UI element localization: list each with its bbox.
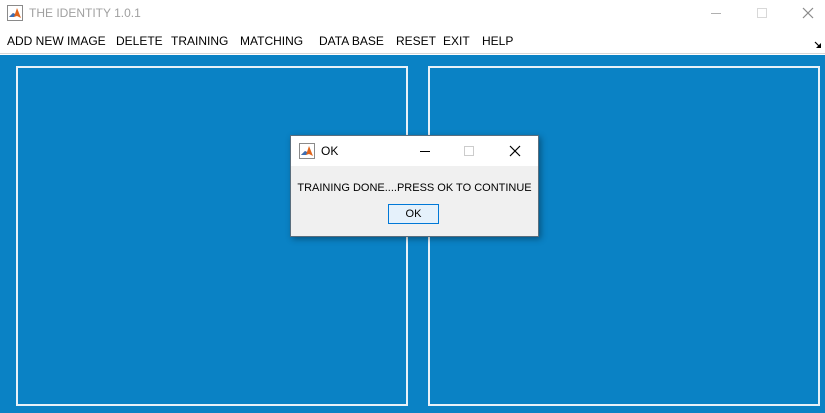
minimize-icon bbox=[711, 13, 721, 14]
dialog-title: OK bbox=[321, 144, 339, 158]
dialog-titlebar[interactable]: OK bbox=[291, 136, 538, 166]
close-icon bbox=[802, 7, 814, 19]
dialog-message: TRAINING DONE....PRESS OK TO CONTINUE bbox=[297, 182, 532, 194]
close-button[interactable] bbox=[785, 0, 825, 27]
menu-item-matching[interactable]: MATCHING bbox=[240, 34, 303, 48]
minimize-button[interactable] bbox=[693, 0, 739, 27]
menu-item-reset[interactable]: RESET bbox=[396, 34, 436, 48]
menu-item-add-new-image[interactable]: ADD NEW IMAGE bbox=[7, 34, 106, 48]
dialog-minimize-button[interactable] bbox=[405, 136, 445, 166]
matlab-icon bbox=[7, 5, 23, 21]
ok-button[interactable]: OK bbox=[388, 204, 439, 224]
menu-item-exit[interactable]: EXIT bbox=[443, 34, 470, 48]
close-icon bbox=[509, 145, 521, 157]
window-title: THE IDENTITY 1.0.1 bbox=[29, 6, 141, 20]
dialog-maximize-button[interactable] bbox=[449, 136, 489, 166]
maximize-button[interactable] bbox=[739, 0, 785, 27]
menu-item-delete[interactable]: DELETE bbox=[116, 34, 163, 48]
dialog-close-button[interactable] bbox=[495, 136, 535, 166]
maximize-icon bbox=[757, 8, 767, 18]
menu-bar: ADD NEW IMAGE DELETE TRAINING MATCHING D… bbox=[0, 27, 825, 54]
window-titlebar[interactable]: THE IDENTITY 1.0.1 bbox=[0, 0, 825, 27]
maximize-icon bbox=[464, 146, 474, 156]
dock-arrow-icon[interactable] bbox=[814, 36, 822, 48]
menu-item-help[interactable]: HELP bbox=[482, 34, 513, 48]
ok-dialog: OK TRAINING DONE....PRESS OK TO CONTINUE… bbox=[290, 135, 539, 237]
menu-item-training[interactable]: TRAINING bbox=[171, 34, 228, 48]
menu-item-data-base[interactable]: DATA BASE bbox=[319, 34, 384, 48]
minimize-icon bbox=[420, 151, 430, 152]
matlab-icon bbox=[299, 143, 315, 159]
